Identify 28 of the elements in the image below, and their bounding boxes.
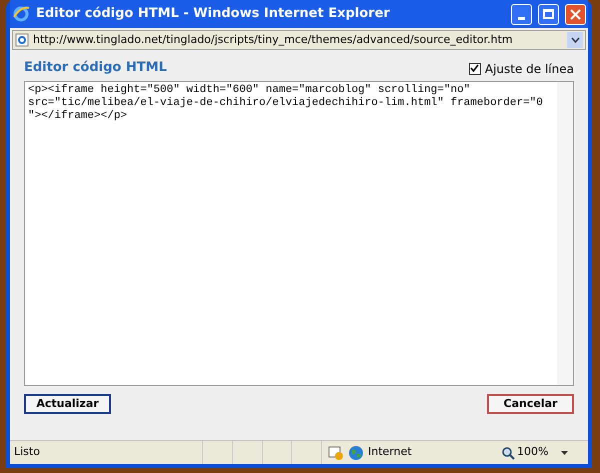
address-bar[interactable]: http://www.tinglado.net/tinglado/jscripts/tiny_mce/themes/advanced/source_editor.htm — [12, 30, 586, 50]
code-editor[interactable]: <p><iframe height="500" width="600" name="marcoblog" scrolling="no" src="tic/melibea/el-viaje-de-chihiro/elviajedechihiro-lim.html" frameborder="0 "></iframe></p> — [24, 80, 574, 386]
page-icon — [15, 33, 29, 47]
zone-text: Internet — [368, 444, 413, 460]
zoom-icon — [501, 446, 515, 460]
dropdown-icon[interactable] — [561, 450, 568, 454]
maximize-button[interactable] — [538, 4, 559, 24]
minimize-icon — [518, 16, 525, 20]
word-wrap-label: Ajuste de línea — [484, 60, 574, 78]
cancel-button[interactable]: Cancelar — [487, 394, 574, 414]
code-line: "></iframe></p> — [28, 110, 128, 122]
status-text: Listo — [13, 444, 41, 460]
url-text: http://www.tinglado.net/tinglado/jscripts/tiny_mce/themes/advanced/source_editor.htm — [33, 32, 514, 48]
maximize-icon — [543, 9, 554, 19]
zoom-level[interactable]: 100% — [517, 444, 561, 461]
close-icon — [570, 8, 581, 20]
close-button[interactable] — [565, 4, 586, 24]
code-line: <p><iframe height="500" width="600" name="marcoblog" scrolling="no" — [28, 84, 472, 96]
browser-logo-icon — [12, 5, 30, 23]
word-wrap-checkbox[interactable] — [468, 62, 481, 74]
window-title: Editor código HTML - Windows Internet Explorer — [36, 5, 391, 24]
minimize-button[interactable] — [511, 4, 532, 24]
dropdown-icon[interactable] — [567, 32, 583, 48]
code-line: src="tic/melibea/el-viaje-de-chihiro/elviajedechihiro-lim.html" frameborder="0 — [28, 96, 544, 110]
dialog-heading: Editor código HTML — [24, 59, 167, 77]
warning-icon — [328, 444, 344, 460]
globe-icon — [348, 444, 364, 460]
update-button[interactable]: Actualizar — [24, 394, 111, 414]
